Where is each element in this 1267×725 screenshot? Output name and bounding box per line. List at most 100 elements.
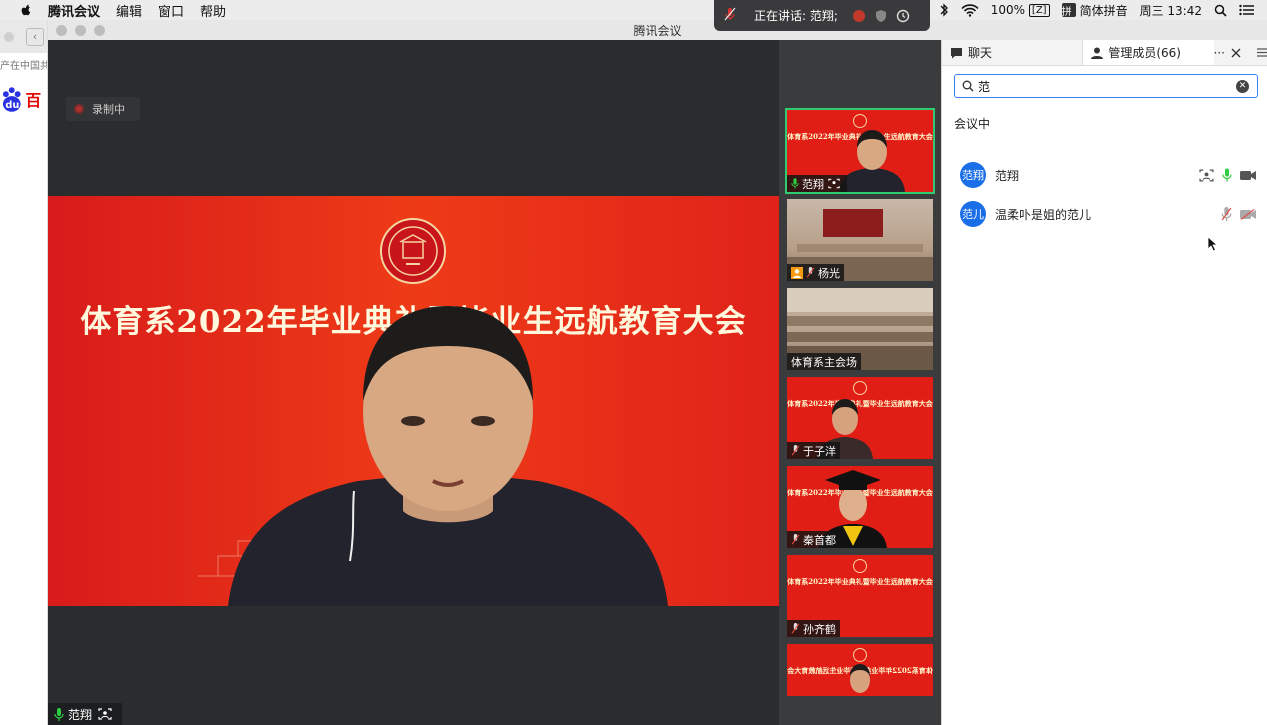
camera-on-icon[interactable] — [1240, 170, 1256, 181]
thumbnail-yangguang[interactable]: 杨光 — [787, 199, 933, 281]
member-name: 范翔 — [995, 168, 1020, 183]
member-row[interactable]: 范儿 温柔卟是姐的范儿 — [960, 200, 1256, 228]
background-browser-window: ‹ 产在中国共产 du 百 — [0, 20, 48, 725]
tab-chat-label: 聊天 — [968, 46, 993, 60]
avatar: 范儿 — [960, 201, 986, 227]
thumbnail-main-venue[interactable]: 体育系主会场 — [787, 288, 933, 370]
svg-text:du: du — [5, 100, 19, 111]
svg-text:百: 百 — [25, 91, 41, 110]
mic-on-icon — [791, 178, 799, 189]
meeting-window: 腾讯会议 录制中 体育系2022年毕业典礼暨毕业生远航教育大会 — [48, 20, 1267, 725]
thumb-emblem-icon — [853, 559, 867, 573]
speaking-text: 正在讲话: 范翔; — [754, 9, 838, 23]
sidebar-menu-icon[interactable] — [1257, 48, 1267, 57]
thumbnail-yuziyang[interactable]: 体育系2022年毕业典礼暨毕业生远航教育大会 于子洋 — [787, 377, 933, 459]
thumb-name: 杨光 — [818, 266, 840, 280]
input-method-label: 简体拼音 — [1079, 3, 1128, 18]
person-icon — [1091, 47, 1104, 59]
mic-muted-icon — [806, 267, 815, 278]
chat-icon — [951, 47, 962, 58]
screen-share-icon — [98, 708, 112, 720]
members-panel: 聊天 管理成员(66) ··· ✕ 会议中 范翔 范翔 — [941, 40, 1267, 725]
mic-on-icon[interactable] — [1222, 168, 1232, 182]
participant-thumbnails: 体育系2022年毕业典礼暨毕业生远航教育大会 范翔 杨光 体育系主会场 — [779, 40, 941, 725]
thumbnail-sunqihe[interactable]: 体育系2022年毕业典礼暨毕业生远航教育大会 孙齐鹤 — [787, 555, 933, 637]
member-search-input[interactable] — [978, 76, 1236, 96]
main-video-stage[interactable]: 录制中 体育系2022年毕业典礼暨毕业生远航教育大会 — [48, 40, 779, 725]
main-speaker-video: 体育系2022年毕业典礼暨毕业生远航教育大会 — [48, 196, 779, 606]
thumb-name-tag: 于子洋 — [787, 442, 840, 459]
window-titlebar: 腾讯会议 — [48, 20, 1267, 40]
university-emblem-icon — [380, 218, 446, 284]
thumb-name: 于子洋 — [803, 444, 836, 458]
member-name: 温柔卟是姐的范儿 — [995, 207, 1092, 222]
mic-muted-icon — [724, 7, 736, 24]
avatar: 范翔 — [960, 162, 986, 188]
mic-muted-icon[interactable] — [1221, 207, 1232, 221]
thumb-name-tag: 孙齐鹤 — [787, 620, 840, 637]
mic-muted-icon — [791, 623, 800, 634]
thumb-name-tag: 秦首都 — [787, 531, 840, 548]
member-search-box[interactable]: ✕ — [954, 74, 1258, 98]
panel-tabs: 聊天 管理成员(66) ··· — [942, 40, 1267, 66]
tab-manage-members[interactable]: 管理成员(66) — [1083, 40, 1214, 65]
speaker-person — [228, 306, 668, 606]
thumb-person — [839, 130, 905, 192]
tab-chat[interactable]: 聊天 — [942, 40, 1084, 65]
wifi-icon[interactable] — [961, 3, 979, 17]
menu-bar: 腾讯会议 编辑 窗口 帮助 100% [Z] 拼简体拼音 周三 13:42 — [0, 0, 1267, 20]
close-icon[interactable] — [1231, 48, 1241, 58]
mic-on-icon — [54, 707, 64, 721]
browser-close-dot[interactable] — [4, 31, 14, 42]
thumb-name: 体育系主会场 — [791, 355, 857, 369]
notification-center-icon[interactable] — [1239, 4, 1255, 16]
browser-back-button[interactable]: ‹ — [26, 27, 44, 46]
menu-window[interactable]: 窗口 — [158, 1, 184, 20]
panel-controls: ··· — [1214, 40, 1267, 65]
camera-off-icon[interactable] — [1240, 208, 1256, 220]
thumb-emblem-icon — [853, 648, 867, 662]
baidu-logo[interactable]: du 百 — [0, 86, 47, 116]
bluetooth-icon[interactable] — [939, 3, 949, 17]
screen-share-icon — [828, 178, 840, 189]
member-row[interactable]: 范翔 范翔 — [960, 161, 1256, 189]
user-avatar-icon — [791, 266, 803, 279]
pinyin-icon: 拼 — [1061, 3, 1076, 18]
recording-indicator[interactable]: 录制中 — [66, 97, 140, 121]
battery-percent: 100% — [990, 3, 1026, 17]
thumb-name: 范翔 — [802, 177, 824, 191]
member-status-icons — [1221, 207, 1256, 221]
baidu-paw-icon: du 百 — [2, 87, 41, 112]
battery-status[interactable]: 100% [Z] — [991, 3, 1050, 17]
browser-partial-text: 产在中国共产 — [0, 61, 47, 72]
more-options-button[interactable]: ··· — [1214, 46, 1225, 60]
thumbnail-qinshoudu[interactable]: 体育系2022年毕业典礼暨毕业生远航教育大会 秦首都 — [787, 466, 933, 548]
thumb-person — [850, 664, 870, 693]
recording-label: 录制中 — [92, 103, 125, 116]
mouse-cursor — [1207, 236, 1218, 252]
history-icon — [896, 9, 910, 22]
clear-search-icon[interactable]: ✕ — [1236, 79, 1249, 93]
thumbnail-fanxiang[interactable]: 体育系2022年毕业典礼暨毕业生远航教育大会 范翔 — [785, 108, 935, 194]
thumb-banner-title: 体育系2022年毕业典礼暨毕业生远航教育大会 — [787, 577, 933, 586]
speaking-indicator: 正在讲话: 范翔; — [714, 0, 930, 31]
apple-icon[interactable] — [18, 3, 34, 17]
mic-muted-icon — [791, 445, 800, 456]
menu-app-name[interactable]: 腾讯会议 — [48, 1, 100, 20]
screen-share-icon[interactable] — [1199, 169, 1214, 182]
main-speaker-name: 范翔 — [68, 707, 93, 722]
member-status-icons — [1199, 168, 1256, 182]
battery-icon: [Z] — [1028, 3, 1050, 17]
menu-edit[interactable]: 编辑 — [116, 1, 142, 20]
thumbnail-partial[interactable]: 体育系2022年毕业典礼暨毕业生远航教育大会 — [787, 644, 933, 696]
thumb-name-tag: 体育系主会场 — [787, 353, 861, 370]
menu-clock[interactable]: 周三 13:42 — [1140, 2, 1202, 19]
tab-members-label: 管理成员(66) — [1108, 46, 1181, 60]
recording-dot-icon — [74, 104, 84, 114]
spotlight-icon[interactable] — [1214, 4, 1227, 17]
window-title: 腾讯会议 — [633, 23, 682, 38]
input-method[interactable]: 拼简体拼音 — [1061, 2, 1128, 19]
shield-icon — [875, 9, 886, 22]
menu-help[interactable]: 帮助 — [200, 1, 226, 20]
search-icon — [962, 80, 974, 92]
